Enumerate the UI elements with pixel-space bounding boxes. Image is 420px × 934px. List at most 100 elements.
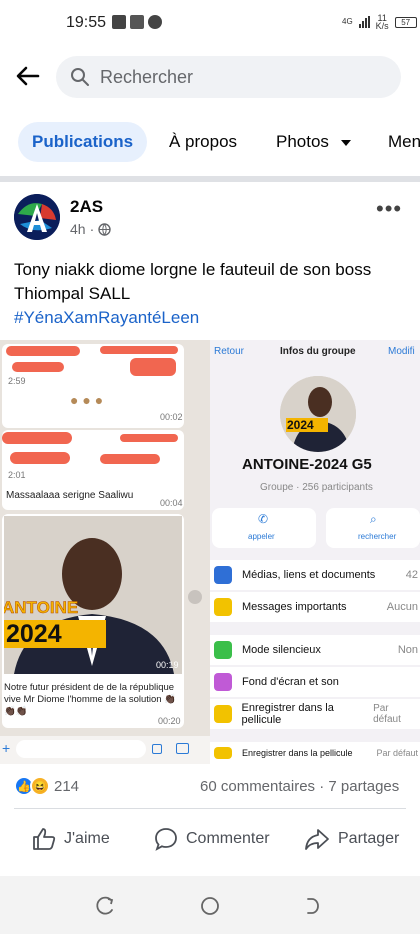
reactions-count: 214	[54, 777, 80, 795]
group-info-screenshot: Retour Infos du groupe Modifi 2024 ANTOI…	[210, 340, 420, 764]
phone-icon: ✆	[258, 512, 269, 526]
comment-icon	[155, 828, 177, 851]
share-label: Partager	[338, 830, 400, 847]
globe-icon	[98, 222, 111, 236]
facebook-notification-icon	[112, 15, 126, 29]
magnifier-icon: ⌕	[370, 512, 377, 526]
caret-down-icon	[340, 139, 351, 146]
status-bar: 19:55 4G 11 K/s 57	[0, 0, 420, 44]
info-back-link: Retour	[214, 346, 245, 357]
search-bar[interactable]	[56, 56, 401, 98]
logo-image	[14, 194, 60, 240]
media-icon	[214, 566, 232, 584]
info-row-starred: Messages importants Aucun	[210, 592, 420, 622]
status-right: 4G 11 K/s 57	[342, 14, 417, 31]
more-options-button[interactable]: •••	[376, 196, 402, 222]
tab-a-propos[interactable]: À propos	[169, 122, 237, 162]
actions-divider	[14, 808, 406, 809]
haha-reaction-icon: 😆	[30, 776, 50, 796]
back-button[interactable]	[14, 62, 42, 90]
post-meta: 4h ·	[70, 221, 111, 237]
info-row-save: Enregistrer dans la pellicule Par défaut	[210, 699, 420, 729]
group-subtitle: Groupe · 256 participants	[260, 482, 373, 493]
search-input[interactable]	[100, 66, 370, 88]
forward-icon	[188, 590, 202, 604]
info-title: Infos du groupe	[280, 346, 356, 357]
comment-label: Commenter	[186, 830, 270, 847]
like-button[interactable]: J'aime	[32, 824, 110, 854]
like-label: J'aime	[64, 830, 110, 847]
reactions-summary[interactable]: 👍 😆 214	[14, 776, 79, 796]
message-stamp-2: 00:04	[160, 498, 183, 508]
message-caption-2: Massaalaaa serigne Saaliwu	[6, 490, 134, 501]
post-body: Tony niakk diome lorgne le fauteuil de s…	[14, 260, 372, 303]
tab-publications[interactable]: Publications	[18, 122, 148, 162]
tab-more[interactable]: Men	[388, 122, 420, 162]
caption-stamp: 00:20	[158, 716, 181, 726]
share-icon	[305, 829, 329, 850]
info-row-mute: Mode silencieux Non	[210, 635, 420, 665]
arrow-left-icon	[16, 66, 40, 86]
share-button[interactable]: Partager	[304, 824, 399, 854]
comments-shares-count[interactable]: 60 commentaires · 7 partages	[200, 778, 399, 795]
back-nav-icon[interactable]	[302, 896, 322, 916]
message-stamp-1: 00:02	[160, 412, 183, 422]
battery-icon: 57	[394, 16, 417, 28]
star-icon	[214, 598, 232, 616]
search-tile: ⌕ rechercher	[326, 508, 420, 548]
chat-input-bar: +	[0, 736, 210, 764]
candidate-photo	[4, 516, 182, 674]
search-label: rechercher	[358, 532, 397, 541]
post-image[interactable]: 2:59 ● ● ● 00:02 2:01 Massaalaaa serigne…	[0, 340, 420, 764]
group-avatar: 2024	[280, 376, 356, 452]
speaker-icon	[214, 641, 232, 659]
poster-caption: Notre futur président de de la républiqu…	[4, 682, 177, 717]
network-label: 4G	[342, 17, 353, 26]
chat-text-field	[16, 740, 146, 758]
download-icon	[214, 705, 232, 723]
signal-icon	[358, 16, 370, 28]
call-label: appeler	[248, 532, 275, 541]
search-icon	[71, 68, 89, 86]
comment-button[interactable]: Commenter	[154, 824, 270, 854]
page-avatar[interactable]	[14, 194, 60, 240]
info-edit-link: Modifi	[388, 346, 415, 357]
thumbs-up-icon	[33, 828, 56, 850]
poster-year: 2024	[4, 620, 106, 648]
whatsapp-notification-icon	[148, 15, 162, 29]
profile-tabs: Publications À propos Photos Men	[0, 118, 420, 168]
tab-photos-label: Photos	[276, 132, 329, 151]
group-avatar-year: 2024	[286, 418, 328, 432]
camera-icon	[176, 743, 189, 754]
plus-icon: +	[2, 740, 11, 756]
chat-screenshot: 2:59 ● ● ● 00:02 2:01 Massaalaaa serigne…	[0, 340, 210, 764]
sticker-icon	[152, 744, 162, 754]
gmail-notification-icon	[130, 15, 144, 29]
group-name: ANTOINE-2024 G5	[242, 456, 372, 473]
system-nav-bar	[0, 876, 420, 934]
status-time: 19:55	[66, 14, 107, 31]
voice-message-1	[2, 344, 184, 428]
notification-icons	[112, 15, 162, 29]
tab-photos[interactable]: Photos	[276, 122, 352, 162]
call-tile: ✆ appeler	[212, 508, 316, 548]
clap-emojis: ● ● ●	[70, 392, 104, 408]
post-author[interactable]: 2AS	[70, 197, 103, 217]
section-divider	[0, 176, 420, 182]
poster-stamp: 00:19	[156, 660, 179, 670]
home-icon[interactable]	[200, 896, 220, 916]
speed-unit: K/s	[375, 21, 389, 31]
poster-name: ANTOINE	[4, 598, 79, 618]
info-row-save-duplicate: Enregistrer dans la pellicule Par défaut	[210, 742, 420, 764]
info-row-media: Médias, liens et documents 42	[210, 560, 420, 590]
post-hashtag[interactable]: #YénaXamRayantéLeen	[14, 306, 404, 330]
post-text: Tony niakk diome lorgne le fauteuil de s…	[14, 258, 404, 330]
recents-icon[interactable]	[96, 896, 116, 916]
flower-icon	[214, 673, 232, 691]
post-time: 4h	[70, 221, 86, 237]
voice-duration-1: 2:59	[8, 376, 26, 386]
info-row-wallpaper: Fond d'écran et son	[210, 667, 420, 697]
candidate-poster: ANTOINE 2024 00:19	[4, 516, 182, 674]
voice-duration-2: 2:01	[8, 470, 26, 480]
download-icon-2	[214, 747, 232, 759]
